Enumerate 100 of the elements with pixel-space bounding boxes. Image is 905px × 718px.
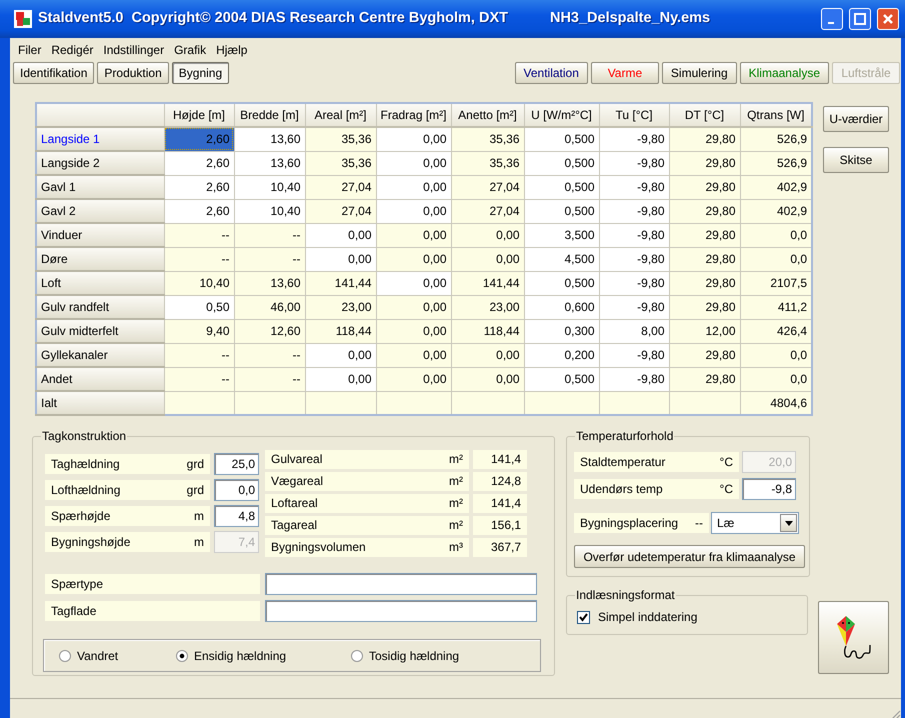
table-cell[interactable]: 2,60: [164, 127, 234, 151]
table-cell[interactable]: -9,80: [599, 223, 670, 247]
table-cell[interactable]: 0,00: [376, 271, 452, 295]
table-cell[interactable]: 13,60: [234, 127, 305, 151]
menu-item[interactable]: Filer: [18, 41, 42, 57]
table-cell[interactable]: 10,40: [234, 175, 305, 199]
table-cell[interactable]: 0,500: [524, 151, 600, 175]
kite-button[interactable]: [818, 601, 889, 674]
row-header[interactable]: Gulv randfelt: [36, 295, 164, 319]
table-cell[interactable]: 0,500: [524, 199, 600, 223]
table-cell: 35,36: [305, 151, 376, 175]
table-cell[interactable]: 0,00: [305, 367, 376, 391]
table-cell: --: [234, 247, 305, 271]
table-cell[interactable]: 13,60: [234, 151, 305, 175]
radio-label[interactable]: Tosidig hældning: [369, 646, 460, 664]
radio-label[interactable]: Vandret: [77, 646, 118, 664]
close-button[interactable]: [877, 8, 899, 30]
tab[interactable]: Bygning: [172, 62, 230, 84]
column-header: Tu [°C]: [599, 103, 670, 127]
table-cell[interactable]: -9,80: [599, 199, 670, 223]
table-cell[interactable]: 0,600: [524, 295, 600, 319]
row-header[interactable]: Gyllekanaler: [36, 343, 164, 367]
minimize-icon: [828, 22, 834, 24]
table-cell[interactable]: 0,00: [305, 343, 376, 367]
unit-label: grd: [186, 456, 204, 473]
input-field[interactable]: 25,0: [214, 453, 259, 475]
row-header[interactable]: Døre: [36, 247, 164, 271]
menu-item[interactable]: Indstillinger: [103, 41, 164, 57]
row-header[interactable]: Gavl 2: [36, 199, 164, 223]
table-cell: 426,4: [740, 319, 812, 343]
dropdown-field[interactable]: Læ: [711, 512, 799, 534]
module-button[interactable]: Simulering: [662, 62, 737, 84]
table-cell[interactable]: 0,00: [305, 247, 376, 271]
table-cell[interactable]: 8,00: [599, 319, 670, 343]
table-cell[interactable]: 10,40: [234, 199, 305, 223]
table-cell[interactable]: -9,80: [599, 127, 670, 151]
table-cell[interactable]: 2,60: [164, 175, 234, 199]
tab[interactable]: Identifikation: [13, 62, 94, 84]
input-field[interactable]: [265, 600, 537, 622]
module-button[interactable]: Klimaanalyse: [740, 62, 829, 84]
input-field[interactable]: 4,8: [214, 505, 259, 527]
radio-button[interactable]: [351, 650, 363, 662]
table-cell: 29,80: [669, 343, 740, 367]
table-cell[interactable]: -9,80: [599, 271, 670, 295]
table-cell[interactable]: 0,200: [524, 343, 600, 367]
row-header[interactable]: Ialt: [36, 391, 164, 415]
table-cell[interactable]: 0,500: [524, 175, 600, 199]
table-cell[interactable]: -9,80: [599, 247, 670, 271]
menu-item[interactable]: Redigér: [51, 41, 94, 57]
side-button[interactable]: Skitse: [823, 147, 890, 173]
row-header[interactable]: Langside 1: [36, 127, 164, 151]
row-header[interactable]: Gulv midterfelt: [36, 319, 164, 343]
maximize-icon: [854, 13, 866, 25]
table-cell[interactable]: 0,500: [524, 271, 600, 295]
app-icon: [14, 10, 32, 28]
table-cell: --: [164, 247, 234, 271]
radio-button[interactable]: [59, 650, 71, 662]
table-cell[interactable]: 2,60: [164, 199, 234, 223]
table-cell[interactable]: 0,00: [376, 151, 452, 175]
table-cell: 29,80: [669, 199, 740, 223]
table-cell[interactable]: 0,500: [524, 127, 600, 151]
tab[interactable]: Produktion: [97, 62, 169, 84]
menu-item[interactable]: Hjælp: [216, 41, 248, 57]
input-field[interactable]: -9,8: [742, 478, 796, 500]
table-cell[interactable]: 4,500: [524, 247, 600, 271]
table-cell[interactable]: 3,500: [524, 223, 600, 247]
row-header[interactable]: Gavl 1: [36, 175, 164, 199]
table-cell[interactable]: 0,300: [524, 319, 600, 343]
table-cell[interactable]: -9,80: [599, 151, 670, 175]
radio-button[interactable]: [176, 650, 188, 662]
table-cell[interactable]: -9,80: [599, 343, 670, 367]
minimize-button[interactable]: [821, 8, 843, 30]
maximize-button[interactable]: [849, 8, 871, 30]
group-title: Tagkonstruktion: [41, 429, 128, 443]
checkbox[interactable]: [577, 610, 590, 624]
module-button[interactable]: Ventilation: [514, 62, 588, 84]
menu-item[interactable]: Grafik: [174, 41, 206, 57]
table-cell[interactable]: 0,50: [164, 295, 234, 319]
table-cell[interactable]: 0,00: [376, 127, 452, 151]
table-cell[interactable]: -9,80: [599, 295, 670, 319]
row-header[interactable]: Vinduer: [36, 223, 164, 247]
table-cell[interactable]: 2,60: [164, 151, 234, 175]
table-cell[interactable]: 0,500: [524, 367, 600, 391]
side-button[interactable]: U-værdier: [823, 106, 890, 132]
checkbox-label[interactable]: Simpel inddatering: [598, 608, 698, 626]
table-cell[interactable]: 0,00: [376, 175, 452, 199]
input-field[interactable]: 0,0: [214, 479, 259, 501]
table-cell[interactable]: -9,80: [599, 175, 670, 199]
row-header[interactable]: Loft: [36, 271, 164, 295]
field-label: Spærhøjde: [51, 508, 112, 525]
radio-label[interactable]: Ensidig hældning: [194, 646, 286, 664]
row-header[interactable]: Langside 2: [36, 151, 164, 175]
transfer-button[interactable]: Overfør udetemperatur fra klimaanalyse: [574, 545, 805, 568]
table-cell[interactable]: 0,00: [376, 199, 452, 223]
table-cell: 35,36: [451, 127, 524, 151]
table-cell[interactable]: -9,80: [599, 367, 670, 391]
row-header[interactable]: Andet: [36, 367, 164, 391]
table-cell[interactable]: 0,00: [305, 223, 376, 247]
table-cell: 23,00: [305, 295, 376, 319]
input-field[interactable]: [265, 573, 537, 595]
